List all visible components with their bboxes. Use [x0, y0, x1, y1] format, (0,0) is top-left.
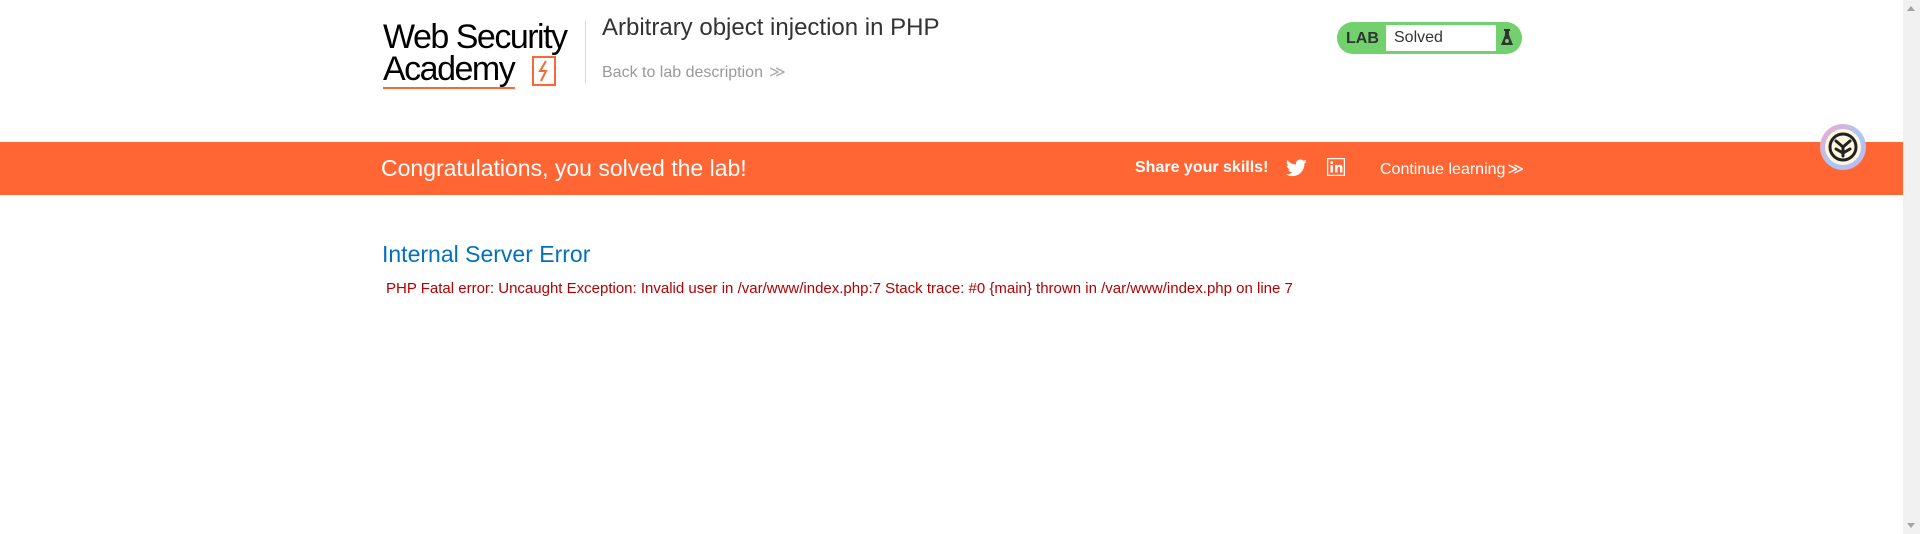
linkedin-icon[interactable]	[1327, 158, 1345, 176]
solved-banner: Congratulations, you solved the lab! Sha…	[0, 142, 1903, 195]
double-chevron-right-icon: ≫	[1507, 161, 1525, 178]
header-divider	[585, 21, 586, 83]
error-title: Internal Server Error	[382, 241, 591, 267]
extension-glyph-icon	[1828, 132, 1858, 162]
share-label: Share your skills!	[1135, 159, 1269, 176]
congratulations-message: Congratulations, you solved the lab!	[381, 155, 747, 181]
logo-text-line1: Web Security	[383, 18, 568, 56]
error-message: PHP Fatal error: Uncaught Exception: Inv…	[386, 280, 1293, 297]
web-security-academy-logo[interactable]: Web Security Academy	[383, 18, 583, 92]
logo-lightning-icon	[532, 56, 556, 86]
continue-learning-link[interactable]: Continue learning ≫	[1380, 159, 1524, 179]
vertical-scrollbar[interactable]	[1903, 0, 1920, 534]
back-to-lab-description-link[interactable]: Back to lab description ≫	[602, 62, 786, 82]
logo-underline	[383, 87, 515, 89]
lab-status-tag: LAB	[1346, 30, 1379, 47]
browser-extension-icon[interactable]	[1820, 124, 1866, 170]
extension-icon-inner	[1825, 129, 1861, 165]
lab-status-value: Solved	[1386, 25, 1496, 51]
twitter-icon[interactable]	[1286, 159, 1307, 177]
logo-text-line2: Academy	[383, 50, 516, 88]
back-link-label: Back to lab description	[602, 64, 763, 81]
scroll-down-arrow-icon[interactable]	[1907, 523, 1915, 528]
continue-learning-label: Continue learning	[1380, 161, 1506, 178]
double-chevron-right-icon: ≫	[768, 64, 786, 81]
lab-status-widget: LAB Solved	[1337, 22, 1522, 54]
page: Web Security Academy Arbitrary object in…	[0, 0, 1903, 534]
scroll-up-arrow-icon[interactable]	[1907, 6, 1915, 11]
flask-icon	[1501, 29, 1513, 45]
lab-title: Arbitrary object injection in PHP	[602, 14, 940, 41]
